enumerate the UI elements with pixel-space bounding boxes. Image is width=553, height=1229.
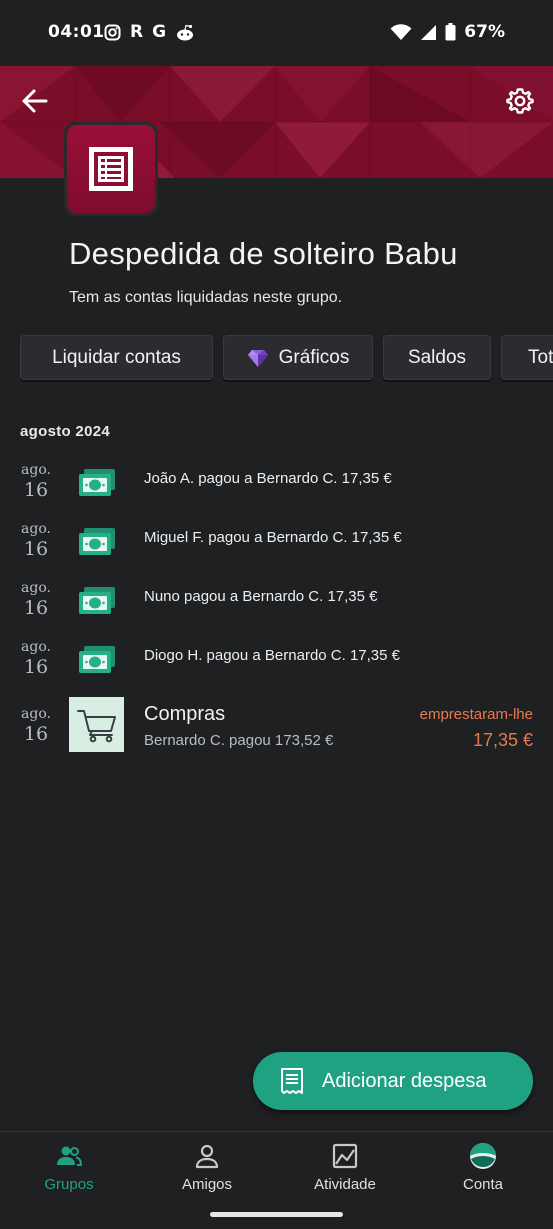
group-avatar [64,122,158,216]
balances-chip[interactable]: Saldos [383,335,491,380]
group-title: Despedida de solteiro Babu [69,236,458,271]
payment-row[interactable]: ago. 16 Nuno pagou a Bernardo C. 17,35 € [0,578,553,636]
row-date: ago. 16 [20,521,52,560]
r-app-icon: R [130,22,144,42]
nav-account[interactable]: Conta [414,1142,552,1193]
expense-payer: Bernardo C. pagou 173,52 € [144,732,334,749]
nav-activity[interactable]: Atividade [276,1142,414,1193]
status-right: 67% [390,22,505,42]
chip-label: Saldos [407,346,467,368]
person-icon [195,1144,219,1169]
receipt-list-icon [89,147,133,191]
row-date-month: ago. [21,521,51,537]
cash-icon [79,528,115,555]
row-date-day: 16 [23,656,49,678]
instagram-icon [104,24,121,40]
nav-label: Conta [462,1176,504,1193]
row-date-month: ago. [21,462,51,478]
payment-row[interactable]: ago. 16 Miguel F. pagou a Bernardo C. 17… [0,519,553,577]
totals-chip[interactable]: Tot [501,335,553,380]
row-date-day: 16 [23,597,49,619]
payment-row[interactable]: ago. 16 Diogo H. pagou a Bernardo C. 17,… [0,637,553,695]
add-expense-label: Adicionar despesa [322,1069,487,1092]
charts-chip[interactable]: Gráficos [223,335,373,380]
group-settings-button[interactable] [503,84,537,118]
month-header: agosto 2024 [20,423,111,440]
payment-row[interactable]: ago. 16 João A. pagou a Bernardo C. 17,3… [0,460,553,518]
row-date: ago. 16 [20,706,52,745]
row-date: ago. 16 [20,580,52,619]
nav-label: Grupos [44,1176,94,1193]
settle-up-chip[interactable]: Liquidar contas [20,335,213,380]
group-avatar-badge [67,125,155,213]
wifi-icon [390,23,412,40]
row-date-month: ago. [21,706,51,722]
row-date-day: 16 [23,479,49,501]
cash-icon [79,469,115,496]
chip-label: Liquidar contas [52,346,181,368]
status-bar: 04:01 R G 67% [0,0,553,66]
account-icon [470,1143,496,1169]
nav-groups[interactable]: Grupos [0,1142,138,1193]
nav-label: Amigos [181,1176,233,1193]
home-indicator[interactable] [210,1212,343,1217]
expense-title: Compras [144,703,226,725]
payment-text: Nuno pagou a Bernardo C. 17,35 € [144,588,378,605]
g-app-icon: G [152,22,167,42]
cash-icon [79,646,115,673]
gear-icon [506,88,534,114]
expense-category-thumb [69,697,124,752]
receipt-icon [281,1068,303,1094]
activity-icon [332,1143,358,1169]
cash-icon [79,587,115,614]
group-subtitle: Tem as contas liquidadas neste grupo. [69,289,343,306]
chip-label: Tot [528,346,553,368]
groups-icon [57,1146,83,1166]
status-app-icons: R G [104,22,195,42]
nav-label: Atividade [314,1176,376,1193]
payment-text: Miguel F. pagou a Bernardo C. 17,35 € [144,529,402,546]
shopping-cart-icon [76,709,116,742]
back-button[interactable] [18,84,52,118]
reddit-icon [177,24,194,40]
chip-label: Gráficos [278,346,350,368]
cell-signal-icon [421,24,437,40]
arrow-left-icon [22,89,48,113]
add-expense-button[interactable]: Adicionar despesa [253,1052,533,1110]
expense-amount: 17,35 € [472,730,533,750]
row-date-day: 16 [23,538,49,560]
action-chips: Liquidar contas Gráficos Saldos Tot [20,335,553,383]
payment-text: Diogo H. pagou a Bernardo C. 17,35 € [144,647,401,664]
row-date-month: ago. [21,639,51,655]
nav-friends[interactable]: Amigos [138,1142,276,1193]
status-time: 04:01 [48,22,105,42]
row-date-month: ago. [21,580,51,596]
expense-status: emprestaram-lhe [419,706,533,723]
row-date-day: 16 [23,723,49,745]
battery-icon [445,23,456,41]
row-date: ago. 16 [20,462,52,501]
row-date: ago. 16 [20,639,52,678]
battery-percent: 67% [464,22,505,42]
gem-icon [247,349,268,367]
payment-text: João A. pagou a Bernardo C. 17,35 € [144,470,392,487]
